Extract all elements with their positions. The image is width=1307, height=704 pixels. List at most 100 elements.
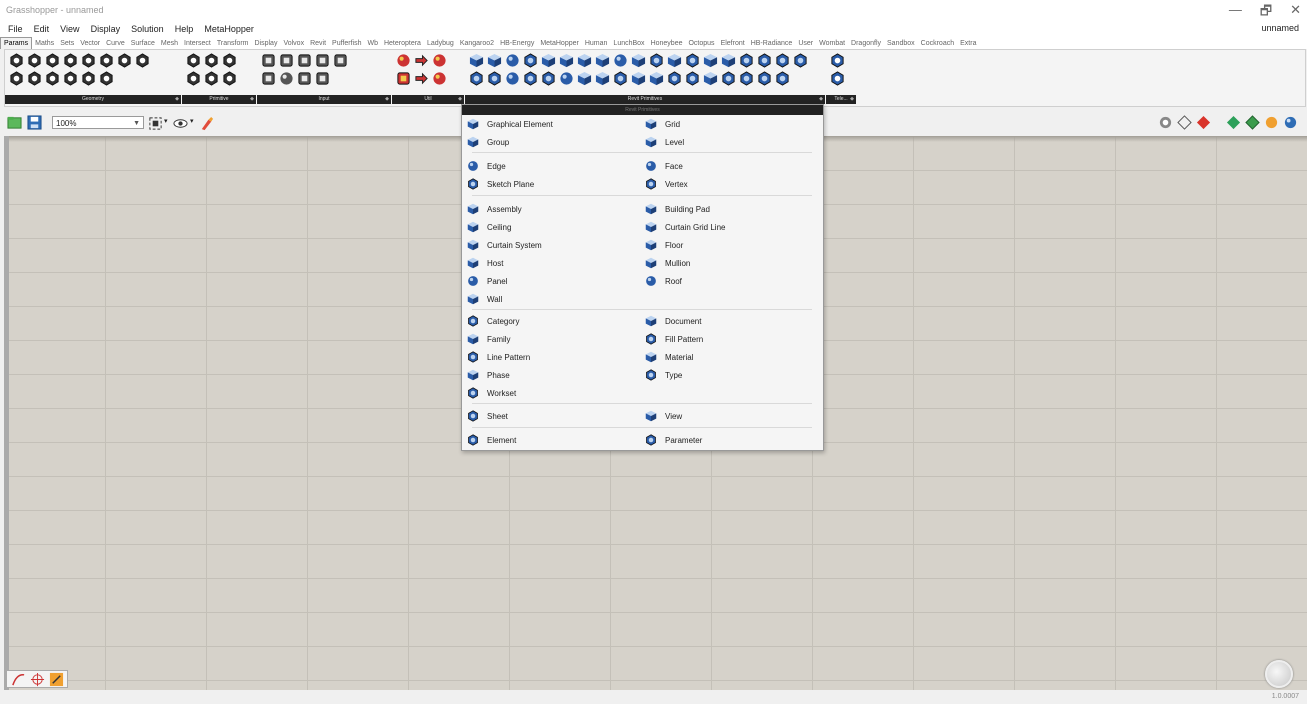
hex-param-icon[interactable] [221,70,237,86]
tab-cockroach[interactable]: Cockroach [918,37,957,49]
tab-ladybug[interactable]: Ladybug [424,37,457,49]
group-expand-icon[interactable]: ◆ [385,95,389,104]
menu-item-panel[interactable]: Panel [466,273,507,289]
menu-item-graphical-element[interactable]: Graphical Element [466,116,553,132]
menu-item-fill-pattern[interactable]: Fill Pattern [644,331,703,347]
tab-mesh[interactable]: Mesh [158,37,181,49]
cube-param-icon[interactable] [540,52,556,68]
tab-hb-radiance[interactable]: HB-Radiance [748,37,796,49]
menu-item-level[interactable]: Level [644,134,684,150]
ribbon-group-label[interactable]: Geometry ◆ [5,95,181,104]
cube-param-icon[interactable] [666,52,682,68]
hex-param-icon[interactable] [44,52,60,68]
menu-view[interactable]: View [60,24,79,34]
tab-kangaroo2[interactable]: Kangaroo2 [457,37,497,49]
menu-help[interactable]: Help [175,24,194,34]
tab-elefront[interactable]: Elefront [718,37,748,49]
cube-param-icon[interactable] [558,52,574,68]
square-param-icon[interactable] [296,70,312,86]
hex-param-icon[interactable] [540,70,556,86]
sphere-param-icon[interactable] [395,52,411,68]
menu-item-family[interactable]: Family [466,331,511,347]
hex-param-icon[interactable] [80,70,96,86]
ribbon-group-label[interactable]: Input ◆ [257,95,391,104]
hex-param-icon[interactable] [98,70,114,86]
hex-param-icon[interactable] [648,52,664,68]
open-file-icon[interactable] [6,114,22,130]
hex-param-icon[interactable] [203,70,219,86]
hex-param-icon[interactable] [666,70,682,86]
cube-param-icon[interactable] [720,52,736,68]
group-expand-icon[interactable]: ◆ [175,95,179,104]
hex-param-icon[interactable] [8,70,24,86]
hex-param-icon[interactable] [829,70,845,86]
cube-param-icon[interactable] [594,70,610,86]
menu-item-face[interactable]: Face [644,158,683,174]
sphere-param-icon[interactable] [504,52,520,68]
lasso-icon[interactable] [48,671,64,687]
arrow-param-icon[interactable] [413,70,429,86]
hex-param-icon[interactable] [98,52,114,68]
hex-param-icon[interactable] [522,52,538,68]
hex-param-icon[interactable] [738,52,754,68]
preview-off-icon[interactable] [1157,114,1173,130]
hex-param-icon[interactable] [134,52,150,68]
square-param-icon[interactable] [314,52,330,68]
ribbon-group-label[interactable]: Revit Primitives ◆ [465,95,825,104]
menu-item-vertex[interactable]: Vertex [644,176,688,192]
hex-param-icon[interactable] [62,52,78,68]
group-expand-icon[interactable]: ◆ [819,95,823,104]
menu-item-type[interactable]: Type [644,367,682,383]
hex-param-icon[interactable] [26,52,42,68]
hex-param-icon[interactable] [185,52,201,68]
hex-param-icon[interactable] [720,70,736,86]
hex-param-icon[interactable] [203,52,219,68]
menu-item-curtain-system[interactable]: Curtain System [466,237,542,253]
square-param-icon[interactable] [260,52,276,68]
menu-item-sheet[interactable]: Sheet [466,408,508,424]
sphere-param-icon[interactable] [431,52,447,68]
ribbon-group-label[interactable]: Primitive ◆ [182,95,256,104]
tab-pufferfish[interactable]: Pufferfish [329,37,364,49]
tab-display[interactable]: Display [252,37,281,49]
tab-curve[interactable]: Curve [103,37,128,49]
menu-item-parameter[interactable]: Parameter [644,432,702,448]
tab-surface[interactable]: Surface [128,37,158,49]
tab-transform[interactable]: Transform [214,37,252,49]
hex-param-icon[interactable] [829,52,845,68]
sphere-preview-icon[interactable] [1282,114,1298,130]
preview-selected-icon[interactable] [1225,114,1241,130]
crosshair-icon[interactable] [29,671,45,687]
hex-param-icon[interactable] [792,52,808,68]
menu-item-category[interactable]: Category [466,313,519,329]
hex-param-icon[interactable] [8,52,24,68]
menu-item-assembly[interactable]: Assembly [466,201,522,217]
hex-param-icon[interactable] [116,52,132,68]
menu-item-document[interactable]: Document [644,313,701,329]
tab-lunchbox[interactable]: LunchBox [610,37,647,49]
hex-param-icon[interactable] [26,70,42,86]
hex-param-icon[interactable] [486,70,502,86]
tab-heteroptera[interactable]: Heteroptera [381,37,424,49]
hex-param-icon[interactable] [468,70,484,86]
menu-item-grid[interactable]: Grid [644,116,680,132]
sphere-param-icon[interactable] [558,70,574,86]
cube-param-icon[interactable] [486,52,502,68]
hex-param-icon[interactable] [774,70,790,86]
menu-item-sketch-plane[interactable]: Sketch Plane [466,176,534,192]
sphere-param-icon[interactable] [612,52,628,68]
menu-item-building-pad[interactable]: Building Pad [644,201,710,217]
menu-item-phase[interactable]: Phase [466,367,510,383]
preview-mesh-icon[interactable] [1244,114,1260,130]
menu-item-mullion[interactable]: Mullion [644,255,690,271]
tab-vector[interactable]: Vector [77,37,103,49]
menu-item-wall[interactable]: Wall [466,291,502,307]
tab-volvox[interactable]: Volvox [280,37,307,49]
navigation-wheel-icon[interactable] [1265,660,1293,688]
menu-item-curtain-grid-line[interactable]: Curtain Grid Line [644,219,725,235]
menu-solution[interactable]: Solution [131,24,164,34]
menu-file[interactable]: File [8,24,23,34]
square-param-icon[interactable] [314,70,330,86]
menu-item-host[interactable]: Host [466,255,503,271]
menu-item-ceiling[interactable]: Ceiling [466,219,511,235]
